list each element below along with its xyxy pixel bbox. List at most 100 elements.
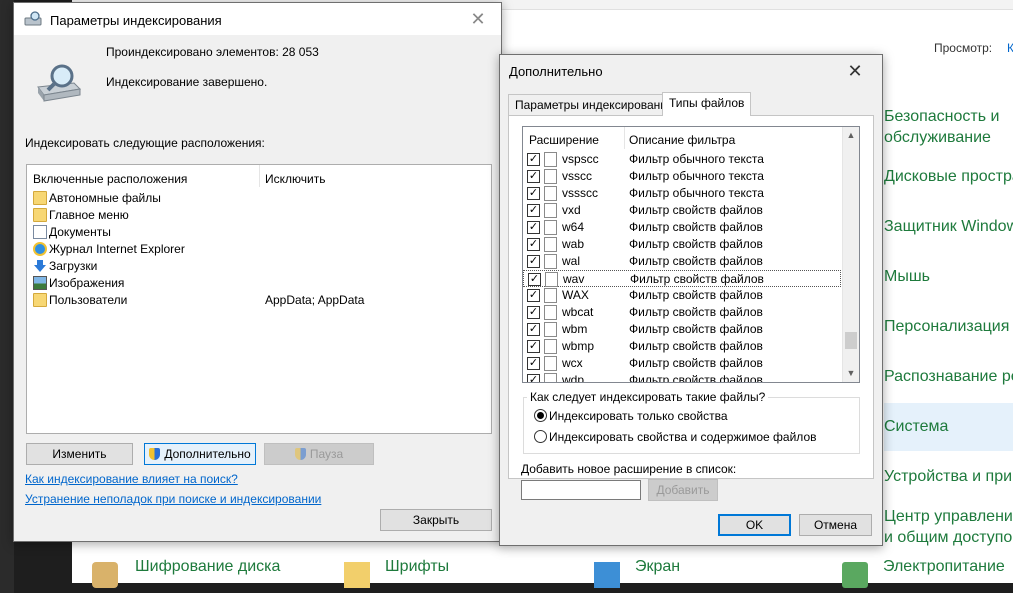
include-checkbox[interactable]: ✓ — [527, 357, 540, 370]
file-type-row[interactable]: ✓ vspscc Фильтр обычного текста — [523, 151, 841, 168]
cp-item-speech[interactable]: Распознавание ре — [884, 366, 1013, 387]
cp-item-mouse[interactable]: Мышь — [884, 266, 930, 287]
include-checkbox[interactable]: ✓ — [527, 221, 540, 234]
include-checkbox[interactable]: ✓ — [527, 187, 540, 200]
cp-item-security[interactable]: Безопасность и обслуживание — [884, 106, 999, 148]
cp-item-label: Персонализация — [884, 318, 1010, 335]
location-row[interactable]: Журнал Internet Explorer — [33, 241, 473, 258]
radio-props-only-label[interactable]: Индексировать только свойства — [549, 409, 728, 423]
indexing-affect-link[interactable]: Как индексирование влияет на поиск? — [25, 472, 238, 486]
pictures-icon — [33, 276, 47, 290]
troubleshoot-link[interactable]: Устранение неполадок при поиске и индекс… — [25, 492, 321, 506]
file-type-row[interactable]: ✓ wbm Фильтр свойств файлов — [523, 321, 841, 338]
cp-item-label: Система — [884, 418, 949, 435]
file-type-row[interactable]: ✓ vssscc Фильтр обычного текста — [523, 185, 841, 202]
close-button-label: Закрыть — [412, 513, 460, 527]
cp-item-storage-spaces[interactable]: Дисковые простра — [884, 166, 1013, 187]
add-extension-input[interactable] — [521, 480, 641, 500]
file-type-row[interactable]: ✓ wdp Фильтр свойств файлов — [523, 372, 841, 383]
include-checkbox[interactable]: ✓ — [527, 323, 540, 336]
cp-item-power[interactable]: Электропитание — [883, 558, 1005, 576]
file-type-row[interactable]: ✓ wav Фильтр свойств файлов — [523, 270, 841, 287]
scrollbar-thumb[interactable] — [845, 332, 857, 349]
file-type-row[interactable]: ✓ vxd Фильтр свойств файлов — [523, 202, 841, 219]
include-checkbox[interactable]: ✓ — [528, 273, 541, 286]
include-checkbox[interactable]: ✓ — [527, 289, 540, 302]
radio-props-content[interactable] — [534, 430, 547, 443]
cp-item-fonts[interactable]: Шрифты — [385, 558, 449, 576]
add-extension-button[interactable]: Добавить — [648, 479, 718, 501]
cp-item-defender[interactable]: Защитник Window — [884, 216, 1013, 237]
add-button-label: Добавить — [656, 483, 710, 497]
location-row[interactable]: Главное меню — [33, 207, 473, 224]
filter-description: Фильтр свойств файлов — [629, 373, 763, 383]
include-checkbox[interactable]: ✓ — [527, 238, 540, 251]
indexed-count: Проиндексировано элементов: 28 053 — [106, 45, 319, 59]
include-checkbox[interactable]: ✓ — [527, 153, 540, 166]
ok-button[interactable]: OK — [718, 514, 791, 536]
tab-label: Параметры индексирования — [515, 98, 674, 112]
close-button[interactable]: Закрыть — [380, 509, 492, 531]
view-by-label: Просмотр: — [934, 41, 993, 55]
uac-shield-icon — [294, 448, 306, 460]
include-checkbox[interactable]: ✓ — [527, 374, 540, 382]
cp-item-display[interactable]: Экран — [635, 558, 680, 576]
file-type-row[interactable]: ✓ wcx Фильтр свойств файлов — [523, 355, 841, 372]
file-type-icon — [544, 339, 557, 354]
include-checkbox[interactable]: ✓ — [527, 340, 540, 353]
include-checkbox[interactable]: ✓ — [527, 255, 540, 268]
cancel-button-label: Отмена — [813, 518, 858, 532]
cp-item-bitlocker[interactable]: Шифрование диска — [135, 558, 280, 576]
file-type-row[interactable]: ✓ vsscc Фильтр обычного текста — [523, 168, 841, 185]
file-type-row[interactable]: ✓ wbcat Фильтр свойств файлов — [523, 304, 841, 321]
locations-list[interactable]: Включенные расположения Исключить Автоно… — [26, 164, 492, 434]
include-checkbox[interactable]: ✓ — [527, 204, 540, 217]
location-name: Изображения — [49, 276, 125, 290]
scroll-down-icon[interactable]: ▼ — [843, 365, 859, 382]
title-bar: Параметры индексирования ✕ — [14, 3, 501, 35]
filter-description: Фильтр свойств файлов — [630, 272, 764, 286]
file-type-row[interactable]: ✓ wbmp Фильтр свойств файлов — [523, 338, 841, 355]
scroll-up-icon[interactable]: ▲ — [843, 127, 859, 144]
include-checkbox[interactable]: ✓ — [527, 170, 540, 183]
fonts-icon — [344, 562, 370, 588]
file-extension: wcx — [562, 356, 583, 370]
download-icon — [34, 260, 46, 272]
location-row[interactable]: Изображения — [33, 275, 473, 292]
file-type-icon — [544, 220, 557, 235]
folder-icon — [33, 208, 47, 222]
list-scrollbar[interactable]: ▲ ▼ — [842, 127, 859, 382]
file-extension: vssscc — [562, 186, 598, 200]
close-icon[interactable]: ✕ — [832, 55, 878, 87]
pause-button[interactable]: Пауза — [264, 443, 374, 465]
location-row[interactable]: Пользователи AppData; AppData — [33, 292, 473, 309]
view-by-dropdown[interactable]: К — [1007, 41, 1013, 55]
locations-label: Индексировать следующие расположения: — [25, 136, 265, 150]
col-exclude-header: Исключить — [265, 172, 326, 186]
include-checkbox[interactable]: ✓ — [527, 306, 540, 319]
radio-props-only[interactable] — [534, 409, 547, 422]
file-types-list[interactable]: Расширение Описание фильтра ✓ vspscc Фильт… — [522, 126, 860, 383]
cp-item-label: обслуживание — [884, 129, 991, 146]
file-type-row[interactable]: ✓ WAX Фильтр свойств файлов — [523, 287, 841, 304]
file-type-row[interactable]: ✓ wab Фильтр свойств файлов — [523, 236, 841, 253]
cp-item-devices[interactable]: Устройства и прин — [884, 466, 1013, 487]
indexing-status: Индексирование завершено. — [106, 75, 268, 89]
location-row[interactable]: Документы — [33, 224, 473, 241]
close-icon[interactable]: ✕ — [455, 3, 501, 35]
cp-item-label: Безопасность и — [884, 108, 1000, 125]
modify-button[interactable]: Изменить — [26, 443, 133, 465]
tab-file-types[interactable]: Типы файлов — [662, 92, 752, 116]
location-row[interactable]: Загрузки — [33, 258, 473, 275]
cancel-button[interactable]: Отмена — [799, 514, 872, 536]
dialog-title: Параметры индексирования — [50, 13, 222, 28]
file-type-row[interactable]: ✓ wal Фильтр свойств файлов — [523, 253, 841, 270]
cp-item-system[interactable]: Система — [884, 416, 948, 437]
cp-item-personalization[interactable]: Персонализация — [884, 316, 1009, 337]
tab-indexing-settings[interactable]: Параметры индексирования — [508, 94, 681, 116]
location-row[interactable]: Автономные файлы — [33, 190, 473, 207]
radio-props-content-label[interactable]: Индексировать свойства и содержимое файл… — [549, 430, 817, 444]
cp-item-network-center[interactable]: Центр управления и общим доступо — [884, 506, 1013, 548]
file-type-row[interactable]: ✓ w64 Фильтр свойств файлов — [523, 219, 841, 236]
advanced-button[interactable]: Дополнительно — [144, 443, 256, 465]
